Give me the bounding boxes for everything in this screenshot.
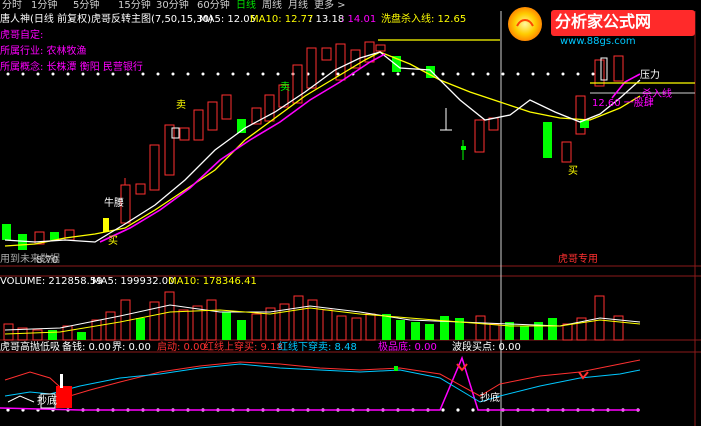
- info-custom: 虎哥自定:: [0, 30, 44, 41]
- info-concept: 所属概念: 长株潭 衡阳 民营银行: [0, 62, 143, 73]
- sell-line-right-label: 杀入线: [642, 89, 672, 100]
- indicator-title: 虎哥反转主图(7,50,15,30): [91, 14, 213, 25]
- osc-red-down: 红线下穿卖: 8.48: [278, 342, 357, 353]
- ma10-value: MA10: 12.77: [250, 14, 314, 25]
- brand-name: 分析家公式网: [555, 12, 652, 31]
- niuyao-label: 牛腰: [104, 198, 124, 209]
- brand-url: www.88gs.com: [560, 36, 636, 47]
- extra2-value: : 14.01: [341, 14, 377, 25]
- osc-ji-di: 极品底: 0.00: [378, 342, 437, 353]
- info-industry: 所属行业: 农林牧渔: [0, 46, 87, 57]
- osc-bo-duan: 波段买点: 0.00: [452, 342, 521, 353]
- sell-signal-2: 卖: [280, 82, 290, 93]
- low-price: 8.70: [36, 255, 59, 266]
- osc-name: 虎哥高抛低吸: [0, 342, 60, 353]
- osc-qidong: 启动: 0.00: [157, 342, 206, 353]
- volume-ma5: MA5: 199932.00: [92, 276, 175, 287]
- osc-left-signal: 抄底: [37, 396, 57, 407]
- volume-value: VOLUME: 212858.59: [0, 276, 103, 287]
- buy-signal-left: 买: [108, 236, 118, 247]
- extra1-value: : 13.18: [309, 14, 345, 25]
- osc-backup: 备钱: 0.00: [62, 342, 111, 353]
- pressure-label: 压力: [640, 70, 660, 81]
- ma5-value: MA5: 12.05: [199, 14, 257, 25]
- sell-signal: 卖: [176, 100, 186, 111]
- volume-ma10: MA10: 178346.41: [168, 276, 257, 287]
- stock-title: 唐人神(日线 前复权): [0, 14, 91, 25]
- footer-label: 虎哥专用: [558, 254, 598, 265]
- sell-line-value: 洗盘杀入线: 12.65: [381, 14, 467, 25]
- buy-signal: 买: [568, 166, 578, 177]
- osc-right-signal: 抄底: [480, 393, 500, 404]
- osc-red-up: 红线上穿买: 9.18: [204, 342, 283, 353]
- osc-jie: 界: 0.00: [112, 342, 151, 353]
